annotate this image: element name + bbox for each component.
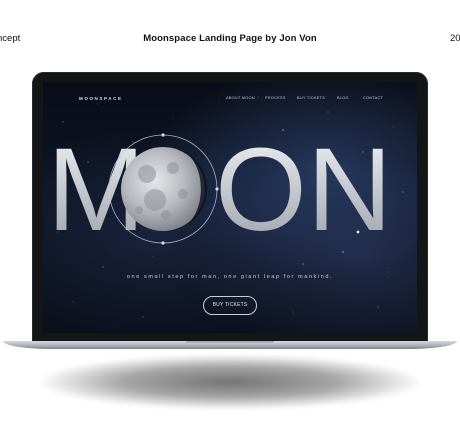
laptop-shadow [40,355,420,409]
laptop-opening-notch [186,341,274,344]
caption-title: Moonspace Landing Page by Jon Von [143,33,317,44]
caption-right: 20 [450,33,460,44]
laptop-screen: MOONSPACE ABOUT MOON PROCESS BUY TICKETS… [43,82,417,333]
hero-tagline: one small step for man, one giant leap f… [126,274,334,280]
buy-tickets-button[interactable]: BUY TICKETS [203,296,257,315]
